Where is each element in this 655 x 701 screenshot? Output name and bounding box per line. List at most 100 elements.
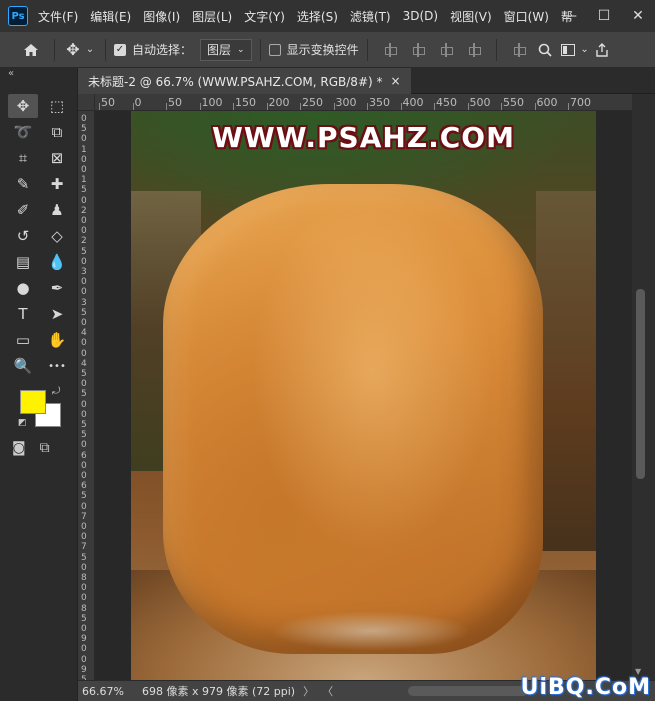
dodge-tool-icon[interactable]: ● xyxy=(8,276,38,300)
type-tool-icon[interactable]: T xyxy=(8,302,38,326)
photoshop-logo-icon[interactable]: Ps xyxy=(8,6,28,26)
foreground-color-swatch[interactable] xyxy=(20,390,46,414)
eyedropper-tool-icon[interactable]: ✎ xyxy=(8,172,38,196)
ruler-tick-label: 6 xyxy=(81,481,87,492)
screen-mode-icon[interactable]: ⧉ xyxy=(40,440,50,456)
move-tool-icon[interactable]: ✥ xyxy=(8,94,38,118)
ruler-tick xyxy=(501,103,502,110)
zoom-level[interactable]: 66.67% xyxy=(82,685,134,698)
menu-layer[interactable]: 图层(L) xyxy=(192,8,232,25)
move-tool-preset-icon[interactable]: ✥ xyxy=(63,40,83,59)
ruler-tick-label: 5 xyxy=(81,389,87,400)
ruler-origin[interactable] xyxy=(78,94,95,111)
show-transform-checkbox[interactable] xyxy=(268,43,281,56)
ruler-tick-label: 400 xyxy=(402,96,424,109)
auto-select-target-dropdown[interactable]: 图层 ⌄ xyxy=(200,38,252,61)
minimize-button[interactable]: — xyxy=(553,0,587,32)
ruler-tick-label: 0 xyxy=(81,409,87,420)
more-tools-icon[interactable]: ••• xyxy=(42,354,72,378)
vertical-scroll-thumb[interactable] xyxy=(636,289,645,479)
menu-select[interactable]: 选择(S) xyxy=(297,8,338,25)
ruler-tick-label: 0 xyxy=(81,154,87,165)
maximize-button[interactable]: ☐ xyxy=(587,0,621,32)
ruler-tick-label: 0 xyxy=(81,226,87,237)
lasso-tool-icon[interactable]: ➰ xyxy=(8,120,38,144)
eraser-tool-icon[interactable]: ◇ xyxy=(42,224,72,248)
auto-select-label: 自动选择： xyxy=(132,43,193,57)
auto-select-checkbox[interactable]: ✓ xyxy=(114,43,126,56)
ruler-tick-label: 3 xyxy=(81,267,87,277)
menu-filter[interactable]: 滤镜(T) xyxy=(350,8,391,25)
ruler-tick-label: 8 xyxy=(81,603,87,614)
chevron-down-icon[interactable]: ⌄ xyxy=(579,44,591,55)
separator xyxy=(495,38,497,61)
ruler-tick-label: 450 xyxy=(436,96,457,109)
menu-view[interactable]: 视图(V) xyxy=(450,8,492,25)
ruler-tick-label: 600 xyxy=(536,96,558,109)
align-left-icon[interactable] xyxy=(383,42,397,57)
ruler-tick-label: 0 xyxy=(81,114,87,124)
distribute-icon[interactable] xyxy=(467,42,481,57)
menu-file[interactable]: 文件(F) xyxy=(38,8,78,25)
path-select-tool-icon[interactable]: ➤ xyxy=(42,302,72,326)
gradient-tool-icon[interactable]: ▤ xyxy=(8,250,38,274)
vertical-scrollbar[interactable]: ▼ xyxy=(632,94,655,680)
horizontal-scroll-thumb[interactable] xyxy=(408,686,528,696)
vertical-ruler[interactable]: 0501001502002503003504004505005506006507… xyxy=(78,111,95,680)
ruler-tick-label: 0 xyxy=(81,195,87,206)
share-icon[interactable] xyxy=(591,42,613,57)
separator xyxy=(259,38,261,61)
ruler-tick-label: 5 xyxy=(81,185,87,196)
document-tab[interactable]: 未标题-2 @ 66.7% (WWW.PSAHZ.COM, RGB/8#) * … xyxy=(78,68,411,94)
swap-colors-icon[interactable]: ⤾ xyxy=(52,386,60,397)
stamp-tool-icon[interactable]: ♟ xyxy=(42,198,72,222)
menu-3d[interactable]: 3D(D) xyxy=(403,9,438,23)
ruler-tick-label: 200 xyxy=(268,96,290,109)
ruler-tick-label: 250 xyxy=(302,96,323,109)
align-center-icon[interactable] xyxy=(411,42,425,57)
pen-tool-icon[interactable]: ✒ xyxy=(42,276,72,300)
menu-image[interactable]: 图像(I) xyxy=(143,8,180,25)
ruler-tick-label: 0 xyxy=(81,532,87,543)
scroll-left-icon[interactable]: 〈 xyxy=(322,683,333,699)
ruler-tick-label: 0 xyxy=(81,348,87,359)
healing-brush-tool-icon[interactable]: ✚ xyxy=(42,172,72,196)
home-icon[interactable] xyxy=(16,42,46,58)
ruler-tick-label: 550 xyxy=(503,96,524,109)
collapse-panel-icon[interactable]: « xyxy=(8,68,14,79)
chevron-down-icon[interactable]: ⌄ xyxy=(83,44,97,55)
close-window-button[interactable]: ✕ xyxy=(621,0,655,32)
ruler-tick xyxy=(266,103,268,110)
ruler-tick xyxy=(99,103,100,110)
ruler-tick-label: 5 xyxy=(81,491,87,502)
default-colors-icon[interactable]: ◩ xyxy=(18,418,27,428)
canvas-area[interactable]: WWW.PSAHZ.COM xyxy=(95,111,632,680)
ruler-tick-label: 0 xyxy=(81,501,87,512)
ruler-tick-label: 0 xyxy=(81,522,87,532)
marquee-tool-icon[interactable]: ⬚ xyxy=(42,94,72,118)
menu-type[interactable]: 文字(Y) xyxy=(244,8,285,25)
frame-tool-icon[interactable]: ⊠ xyxy=(42,146,72,170)
hand-tool-icon[interactable]: ✋ xyxy=(42,328,72,352)
history-brush-tool-icon[interactable]: ↺ xyxy=(8,224,38,248)
brush-tool-icon[interactable]: ✐ xyxy=(8,198,38,222)
zoom-tool-icon[interactable]: 🔍 xyxy=(8,354,38,378)
blur-tool-icon[interactable]: 💧 xyxy=(42,250,72,274)
ruler-tick-label: 5 xyxy=(81,552,87,563)
crop-tool-icon[interactable]: ⌗ xyxy=(8,146,38,170)
ruler-tick-label: 0 xyxy=(81,654,87,665)
align-right-icon[interactable] xyxy=(439,42,453,57)
workspace-icon[interactable] xyxy=(557,43,579,56)
quick-mask-icon[interactable]: ◙ xyxy=(12,440,26,456)
rectangle-tool-icon[interactable]: ▭ xyxy=(8,328,38,352)
menu-window[interactable]: 窗口(W) xyxy=(504,8,549,25)
object-select-tool-icon[interactable]: ⧉ xyxy=(42,120,72,144)
close-tab-icon[interactable]: × xyxy=(391,74,401,88)
align-top-icon[interactable] xyxy=(512,42,526,57)
ruler-tick-label: 1 xyxy=(81,175,87,186)
rock xyxy=(163,184,543,654)
menu-edit[interactable]: 编辑(E) xyxy=(90,8,131,25)
status-menu-arrow[interactable]: 〉 xyxy=(303,683,314,699)
horizontal-ruler[interactable]: 50 0 50 100 150 200 250 300 350 400 450 500 550 600 70… xyxy=(95,94,632,111)
search-icon[interactable] xyxy=(533,43,557,57)
